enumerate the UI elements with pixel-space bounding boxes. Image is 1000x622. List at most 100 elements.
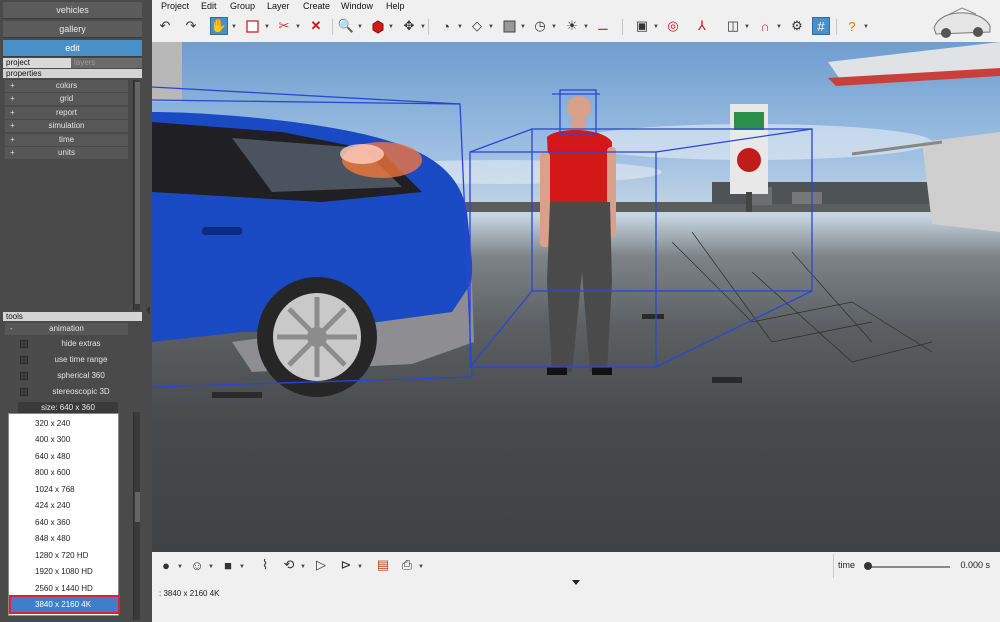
dropdown-arrow-icon[interactable]: ▼ (520, 24, 526, 30)
size-option[interactable]: 848 x 480 (9, 531, 118, 547)
dropdown-arrow-icon[interactable]: ▼ (264, 24, 270, 30)
size-option[interactable]: 400 x 300 (9, 432, 118, 448)
dropdown-arrow-icon[interactable]: ▼ (239, 564, 245, 570)
magnet-icon[interactable]: ∩ (756, 17, 774, 35)
red-cube-icon[interactable] (368, 17, 386, 35)
property-report[interactable]: + report (5, 107, 128, 119)
dropdown-arrow-icon[interactable]: ▼ (357, 24, 363, 30)
size-option[interactable]: 1920 x 1080 HD (9, 564, 118, 580)
menu-layer[interactable]: Layer (267, 1, 290, 11)
spherical-360-checkbox[interactable]: spherical 360 (20, 370, 128, 382)
delete-icon[interactable]: ✕ (307, 17, 325, 35)
scrollbar-thumb[interactable] (135, 82, 140, 304)
property-colors[interactable]: + colors (5, 80, 128, 92)
properties-scrollbar[interactable] (133, 80, 140, 310)
axes-icon[interactable]: ⅄ (693, 17, 711, 35)
menu-create[interactable]: Create (303, 1, 330, 11)
dropdown-arrow-icon[interactable]: ▼ (418, 564, 424, 570)
size-option[interactable]: 1024 x 768 (9, 482, 118, 498)
orbit-icon[interactable]: ⟲ (280, 556, 298, 574)
menu-window[interactable]: Window (341, 1, 373, 11)
expand-icon[interactable]: + (10, 93, 15, 105)
pan-hand-icon[interactable]: ✋ (210, 17, 228, 35)
zoom-icon[interactable]: 🔍 (337, 17, 355, 35)
dropdown-arrow-icon[interactable]: ▼ (357, 564, 363, 570)
property-units[interactable]: + units (5, 147, 128, 159)
box-icon[interactable] (500, 17, 518, 35)
nav-vehicles-button[interactable]: vehicles (3, 2, 142, 19)
checkbox-box[interactable] (20, 372, 28, 380)
expand-icon[interactable]: + (10, 134, 15, 146)
camera-icon[interactable]: ▣ (633, 17, 651, 35)
redo-icon[interactable]: ↷ (182, 17, 200, 35)
stereoscopic-3d-checkbox[interactable]: stereoscopic 3D (20, 386, 128, 398)
dropdown-arrow-icon[interactable]: ▼ (388, 24, 394, 30)
nav-gallery-button[interactable]: gallery (3, 21, 142, 38)
report-icon[interactable]: ▤ (374, 556, 392, 574)
size-option[interactable]: 424 x 240 (9, 498, 118, 514)
material-icon[interactable]: ■ (219, 556, 237, 574)
menu-group[interactable]: Group (230, 1, 255, 11)
checkbox-box[interactable] (20, 356, 28, 364)
size-option[interactable]: 320 x 240 (9, 416, 118, 432)
menu-edit[interactable]: Edit (201, 1, 217, 11)
size-option[interactable]: 640 x 480 (9, 449, 118, 465)
checkbox-box[interactable] (20, 388, 28, 396)
property-grid[interactable]: + grid (5, 93, 128, 105)
nav-edit-button[interactable]: edit (3, 40, 142, 57)
graph-icon[interactable]: ⌇ (256, 556, 274, 574)
expand-icon[interactable]: + (10, 80, 15, 92)
measure-icon[interactable]: ◷ (531, 17, 549, 35)
sphere-view-icon[interactable]: ● (157, 556, 175, 574)
expand-icon[interactable]: + (10, 120, 15, 132)
help-icon[interactable]: ? (843, 17, 861, 35)
rotate-view-icon[interactable]: ◔ (437, 17, 455, 35)
time-slider-thumb[interactable] (864, 562, 872, 570)
dropdown-arrow-icon[interactable]: ▼ (300, 564, 306, 570)
tool-animation-section[interactable]: - animation (5, 323, 128, 335)
checkbox-box[interactable] (20, 340, 28, 348)
scrollbar-thumb[interactable] (135, 492, 140, 522)
dropdown-arrow-icon[interactable]: ▼ (488, 24, 494, 30)
dropdown-arrow-icon[interactable]: ▼ (653, 24, 659, 30)
hide-extras-checkbox[interactable]: hide extras (20, 338, 128, 350)
light-icon[interactable]: ☀ (563, 17, 581, 35)
head-view-icon[interactable]: ☺ (188, 556, 206, 574)
cut-icon[interactable]: ✂ (275, 17, 293, 35)
dropdown-arrow-icon[interactable]: ▼ (863, 24, 869, 30)
print-icon[interactable]: ⎙ (398, 556, 416, 574)
property-simulation[interactable]: + simulation (5, 120, 128, 132)
tab-project[interactable]: project (3, 58, 71, 68)
tape-icon[interactable]: ⚊ (594, 17, 612, 35)
play-settings-icon[interactable]: ⊳ (337, 556, 355, 574)
expand-icon[interactable]: + (10, 107, 15, 119)
dropdown-arrow-icon[interactable]: ▼ (551, 24, 557, 30)
tools-scrollbar[interactable] (133, 412, 140, 620)
collapse-panel-icon[interactable] (146, 306, 150, 314)
dropdown-arrow-icon[interactable]: ▼ (177, 564, 183, 570)
select-box-icon[interactable] (243, 17, 261, 35)
menu-help[interactable]: Help (386, 1, 405, 11)
collapse-icon[interactable]: - (10, 323, 13, 335)
size-option[interactable]: 640 x 360 (9, 515, 118, 531)
dropdown-arrow-icon[interactable]: ▼ (776, 24, 782, 30)
dropdown-arrow-icon[interactable]: ▼ (583, 24, 589, 30)
dropdown-arrow-icon[interactable]: ▼ (457, 24, 463, 30)
tab-layers[interactable]: layers (71, 58, 142, 68)
surface-icon[interactable]: ◇ (468, 17, 486, 35)
settings-icon[interactable]: ⚙ (788, 17, 806, 35)
target-icon[interactable]: ◎ (664, 17, 682, 35)
dropdown-arrow-icon[interactable]: ▼ (295, 24, 301, 30)
dropdown-arrow-icon[interactable]: ▼ (208, 564, 214, 570)
undo-icon[interactable]: ↶ (156, 17, 174, 35)
mirror-icon[interactable]: ◫ (724, 17, 742, 35)
move-icon[interactable]: ✥ (400, 17, 418, 35)
size-dropdown-button[interactable]: size: 640 x 360 (18, 402, 118, 413)
3d-viewport[interactable] (152, 42, 1000, 552)
dropdown-arrow-icon[interactable]: ▼ (231, 24, 237, 30)
time-slider-track[interactable] (866, 566, 950, 568)
size-option[interactable]: 800 x 600 (9, 465, 118, 481)
dropdown-arrow-icon[interactable]: ▼ (744, 24, 750, 30)
expand-timeline-icon[interactable] (572, 580, 580, 585)
property-time[interactable]: + time (5, 134, 128, 146)
